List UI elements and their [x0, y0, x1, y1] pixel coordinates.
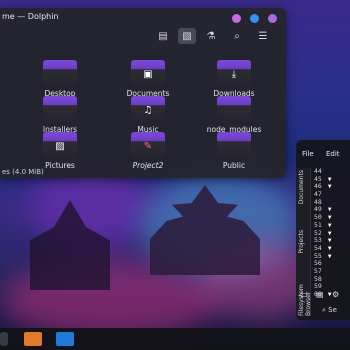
folder-documents[interactable]: ▣ Documents [108, 60, 188, 98]
folder-node-modules[interactable]: node_modules [194, 96, 274, 134]
kate-icon[interactable] [56, 332, 74, 346]
fold-arrow-icon: ▼ [327, 229, 332, 237]
folder-icon: ▣ [131, 60, 165, 86]
menu-file[interactable]: File [302, 150, 314, 158]
preview-icon[interactable]: ▧ [178, 28, 196, 44]
split-view-icon[interactable]: ⚗ [202, 28, 220, 44]
fold-arrow-icon: ▼ [327, 214, 332, 222]
settings-icon[interactable]: ⚙ [332, 290, 339, 299]
maximize-button[interactable] [250, 14, 259, 23]
folder-downloads[interactable]: ⤓ Downloads [194, 60, 274, 98]
folder-music[interactable]: ♫ Music [108, 96, 188, 134]
fold-arrow-icon: ▼ [327, 175, 332, 183]
minimize-button[interactable] [232, 14, 241, 23]
fold-arrow-icon: ▼ [327, 291, 332, 298]
tab-projects[interactable]: Projects [298, 230, 305, 254]
folder-open-icon[interactable]: ▭ [300, 290, 308, 299]
folder-icon: ♫ [131, 96, 165, 122]
fold-arrow-icon: ▼ [327, 237, 332, 245]
search-icon[interactable]: ⌕ [228, 28, 246, 44]
search-field[interactable]: ⌕ Se [322, 306, 337, 315]
close-button[interactable] [268, 14, 277, 23]
folder-public[interactable]: Public [194, 132, 274, 170]
dolphin-window: me — Dolphin ▤ ▧ ⚗ ⌕ ☰ Desktop ▣ Documen… [0, 8, 286, 178]
taskbar [0, 328, 350, 350]
folder-icon: ⤓ [217, 60, 251, 86]
editor-window: File Edit Documents Projects Filesystem … [296, 140, 350, 320]
fold-arrow-icon: ▼ [327, 221, 332, 229]
fold-arrow-icon: ▼ [327, 252, 332, 260]
tab-documents[interactable]: Documents [298, 170, 305, 204]
document-icon[interactable]: ▤ [316, 290, 324, 299]
folder-icon: ▨ [43, 132, 77, 158]
folder-desktop[interactable]: Desktop [20, 60, 100, 98]
folder-installers[interactable]: Installers [20, 96, 100, 134]
window-title: me — Dolphin [2, 12, 59, 21]
folder-icon [43, 96, 77, 122]
folder-icon [43, 60, 77, 86]
fold-arrow-icon: ▼ [327, 206, 332, 214]
firefox-icon[interactable] [24, 332, 42, 346]
folder-pictures[interactable]: ▨ Pictures [20, 132, 100, 170]
folder-project2[interactable]: ✎ Project2 [108, 132, 188, 170]
folder-icon: ✎ [131, 132, 165, 158]
fold-arrow-icon: ▼ [327, 183, 332, 191]
menu-edit[interactable]: Edit [326, 150, 340, 158]
folder-icon [217, 132, 251, 158]
folder-icon [217, 96, 251, 122]
hamburger-menu-icon[interactable]: ☰ [254, 28, 272, 44]
line-number-gutter: 44 45 ▼ 46 ▼ 47 48 49 ▼ 50 ▼ 51 ▼ 52 ▼ 53 ▼ 54 ▼… [314, 167, 332, 298]
taskbar-item[interactable] [0, 332, 8, 346]
fold-arrow-icon: ▼ [327, 244, 332, 252]
status-bar: es (4.0 MiB) [2, 168, 44, 176]
details-view-icon[interactable]: ▤ [154, 28, 172, 44]
